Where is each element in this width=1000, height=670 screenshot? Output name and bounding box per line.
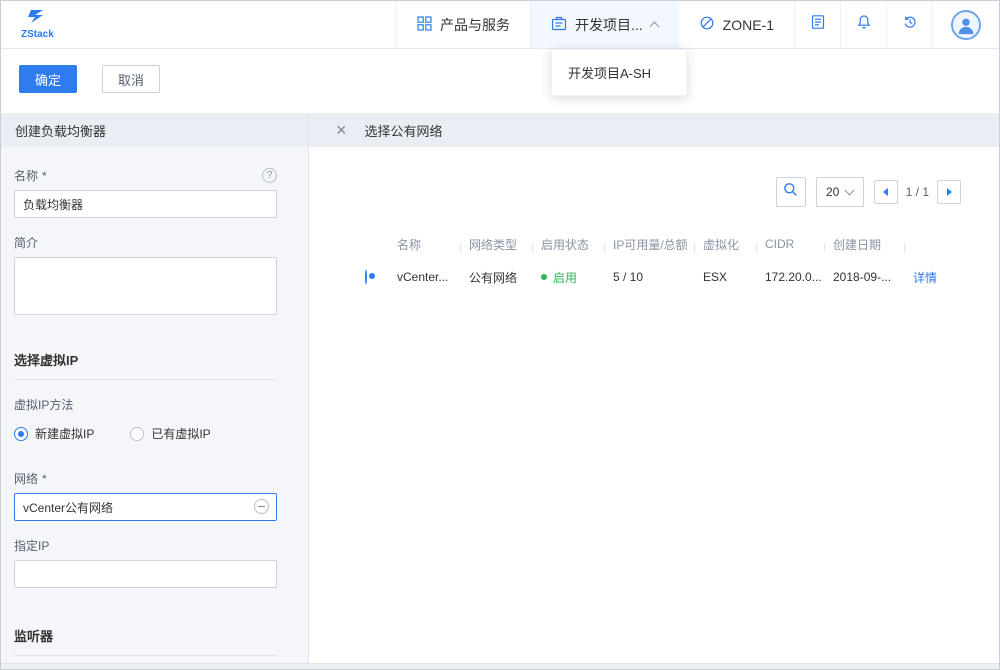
name-label: 名称 *	[14, 167, 277, 184]
user-menu[interactable]	[932, 1, 999, 48]
row-ip-usage: 5 / 10	[613, 270, 703, 284]
vip-method-label: 虚拟IP方法	[14, 396, 277, 413]
picker-toolbar: 20 1 / 1	[309, 147, 999, 207]
search-icon	[783, 182, 798, 202]
page-size-value: 20	[826, 185, 839, 199]
project-icon	[551, 16, 567, 34]
zstack-logo-icon	[28, 10, 46, 28]
zone-icon	[699, 15, 715, 34]
specified-ip-input[interactable]	[14, 560, 277, 588]
network-label: 网络 *	[14, 470, 277, 487]
status-dot-icon	[541, 274, 547, 280]
panel-title: 创建负载均衡器	[1, 113, 308, 147]
row-type: 公有网络	[469, 269, 541, 286]
create-loadbalancer-title: 创建负载均衡器	[15, 121, 106, 140]
navbar-right: 产品与服务 开发项目... ZONE-1	[396, 1, 999, 48]
action-bar: 确定 取消	[19, 65, 160, 93]
console-button[interactable]	[794, 1, 840, 48]
page-indicator: 1 / 1	[906, 185, 929, 199]
listener-section-title: 监听器	[14, 626, 277, 656]
confirm-button[interactable]: 确定	[19, 65, 77, 93]
zstack-app: ZStack 产品与服务 开发项目... ZONE-1	[0, 0, 1000, 670]
close-icon[interactable]	[336, 121, 347, 139]
create-loadbalancer-form: 名称 * 简介 选择虚拟IP 虚拟IP方法 新建虚拟IP	[1, 147, 308, 669]
description-textarea[interactable]	[14, 257, 277, 315]
zstack-logo[interactable]: ZStack	[1, 1, 74, 48]
nav-item-label: ZONE-1	[723, 17, 774, 33]
row-hypervisor: ESX	[703, 270, 765, 284]
description-label: 简介	[14, 234, 277, 251]
nav-item-zone[interactable]: ZONE-1	[678, 1, 794, 48]
vip-method-options: 新建虚拟IP 已有虚拟IP	[14, 425, 277, 442]
header-ip-usage: IP可用量/总额	[613, 236, 703, 253]
required-mark: *	[42, 472, 47, 486]
row-radio[interactable]	[365, 270, 367, 284]
header-hypervisor: 虚拟化	[703, 236, 765, 253]
notifications-button[interactable]	[840, 1, 886, 48]
name-input[interactable]	[14, 190, 277, 218]
header-created: 创建日期	[833, 236, 913, 253]
prev-page-button[interactable]	[874, 180, 898, 204]
table-header-row: 名称 网络类型 启用状态 IP可用量/总额 虚拟化 CIDR 创建日期	[365, 231, 969, 257]
top-navbar: ZStack 产品与服务 开发项目... ZONE-1	[1, 1, 999, 49]
create-loadbalancer-panel: 创建负载均衡器 名称 * 简介 选择虚拟IP 虚拟IP方法	[1, 113, 309, 669]
content-area: 创建负载均衡器 名称 * 简介 选择虚拟IP 虚拟IP方法	[1, 113, 999, 669]
specified-ip-label: 指定IP	[14, 537, 277, 554]
prev-arrow-icon	[883, 188, 888, 196]
zstack-logo-text: ZStack	[21, 29, 54, 40]
network-input[interactable]	[14, 493, 277, 521]
project-dropdown: 开发项目A-SH	[551, 49, 687, 96]
remove-network-icon[interactable]	[254, 499, 269, 514]
header-status: 启用状态	[541, 236, 613, 253]
required-mark: *	[42, 169, 47, 183]
radio-new-vip[interactable]: 新建虚拟IP	[14, 425, 94, 442]
history-icon	[902, 14, 918, 35]
search-button[interactable]	[776, 177, 806, 207]
picker-header: 选择公有网络	[309, 113, 999, 147]
row-radio-cell	[365, 270, 397, 284]
nav-item-project[interactable]: 开发项目...	[530, 1, 678, 48]
history-button[interactable]	[886, 1, 932, 48]
horizontal-scrollbar[interactable]	[1, 663, 999, 669]
bell-icon	[856, 14, 872, 35]
chevron-down-icon	[845, 186, 855, 196]
next-page-button[interactable]	[937, 180, 961, 204]
picker-title: 选择公有网络	[365, 121, 443, 140]
radio-icon	[14, 427, 28, 441]
cancel-button[interactable]: 取消	[102, 65, 160, 93]
network-table: 名称 网络类型 启用状态 IP可用量/总额 虚拟化 CIDR 创建日期 vCen…	[365, 231, 969, 297]
help-icon[interactable]	[262, 168, 277, 183]
row-created: 2018-09-...	[833, 270, 913, 284]
row-cidr: 172.20.0...	[765, 270, 833, 284]
table-row[interactable]: vCenter... 公有网络 启用 5 / 10 ESX 172.20.0..…	[365, 257, 969, 297]
page-size-select[interactable]: 20	[816, 177, 864, 207]
header-cidr: CIDR	[765, 237, 833, 251]
header-name: 名称	[397, 236, 469, 253]
row-detail-link[interactable]: 详情	[913, 269, 969, 286]
chevron-up-icon	[649, 22, 659, 32]
vip-section-title: 选择虚拟IP	[14, 350, 277, 380]
nav-item-label: 产品与服务	[440, 15, 510, 35]
radio-icon	[130, 427, 144, 441]
document-icon	[810, 14, 826, 35]
avatar	[951, 10, 981, 40]
public-network-picker: 选择公有网络 20 1 / 1	[309, 113, 999, 669]
row-name: vCenter...	[397, 270, 469, 284]
nav-item-products[interactable]: 产品与服务	[396, 1, 530, 48]
row-status: 启用	[541, 269, 613, 286]
grid-icon	[417, 16, 432, 34]
pagination: 1 / 1	[874, 180, 961, 204]
header-type: 网络类型	[469, 236, 541, 253]
project-dropdown-item[interactable]: 开发项目A-SH	[552, 50, 686, 95]
radio-existing-vip[interactable]: 已有虚拟IP	[130, 425, 210, 442]
nav-item-label: 开发项目...	[575, 15, 643, 35]
network-input-wrap	[14, 493, 277, 521]
next-arrow-icon	[947, 188, 952, 196]
